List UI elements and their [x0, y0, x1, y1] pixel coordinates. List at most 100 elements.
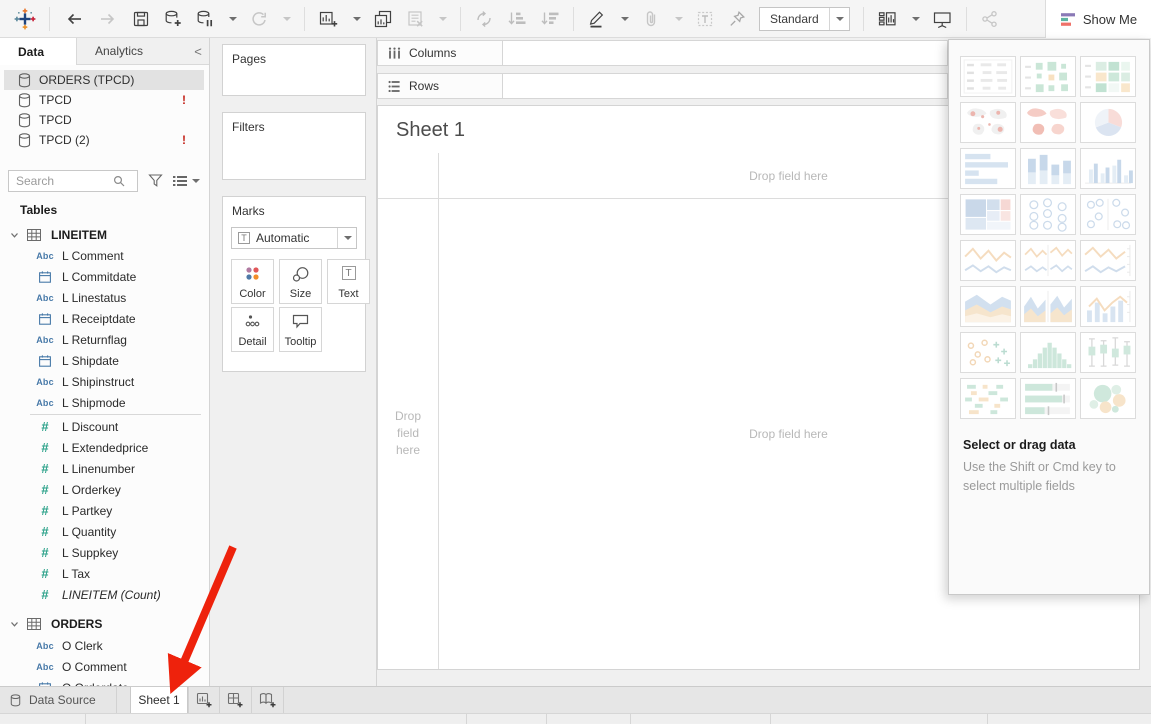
- field-row[interactable]: #L Suppkey: [0, 542, 209, 563]
- size-button[interactable]: Size: [279, 259, 322, 304]
- showme-thumb-symbol-map[interactable]: [960, 102, 1016, 143]
- showme-thumb-circle-views[interactable]: [1020, 194, 1076, 235]
- field-row[interactable]: L Shipdate: [0, 350, 209, 371]
- fit-selector[interactable]: Standard: [759, 7, 850, 31]
- sheet1-tab[interactable]: Sheet 1: [130, 687, 188, 713]
- tableau-logo-icon[interactable]: [8, 4, 42, 34]
- filters-card[interactable]: Filters: [222, 112, 366, 180]
- tooltip-button[interactable]: Tooltip: [279, 307, 322, 352]
- text-button[interactable]: T Text: [327, 259, 370, 304]
- search-field[interactable]: [8, 170, 138, 192]
- mark-type-caret[interactable]: [337, 228, 356, 248]
- pause-auto-updates-button[interactable]: [189, 4, 221, 34]
- color-button[interactable]: Color: [231, 259, 274, 304]
- field-row[interactable]: #L Orderkey: [0, 479, 209, 500]
- data-source-item[interactable]: TPCD !: [4, 90, 204, 110]
- tab-analytics[interactable]: Analytics: [77, 38, 187, 64]
- data-source-item[interactable]: ORDERS (TPCD): [4, 70, 204, 90]
- clear-sheet-caret[interactable]: [431, 4, 453, 34]
- showme-thumb-box-and-whisker[interactable]: [1080, 332, 1136, 373]
- show-mark-labels-button[interactable]: [689, 4, 721, 34]
- field-row[interactable]: #L Extendedprice: [0, 437, 209, 458]
- field-row[interactable]: #L Partkey: [0, 500, 209, 521]
- columns-shelf[interactable]: Columns: [377, 40, 948, 66]
- showme-thumb-gantt[interactable]: [960, 378, 1016, 419]
- field-row[interactable]: AbcO Comment: [0, 656, 209, 677]
- data-source-item[interactable]: TPCD: [4, 110, 204, 130]
- showme-thumb-filled-map[interactable]: [1020, 102, 1076, 143]
- fix-axes-pin-button[interactable]: [721, 4, 753, 34]
- showme-thumb-packed-bubbles[interactable]: [1080, 378, 1136, 419]
- field-row[interactable]: L Receiptdate: [0, 308, 209, 329]
- table-lineitem[interactable]: LINEITEM: [0, 225, 209, 245]
- field-row[interactable]: O Orderdate: [0, 677, 209, 686]
- field-row[interactable]: AbcL Returnflag: [0, 329, 209, 350]
- pause-auto-updates-caret[interactable]: [221, 4, 243, 34]
- collapse-pane-button[interactable]: <: [187, 38, 209, 64]
- field-row[interactable]: #L Tax: [0, 563, 209, 584]
- show-hide-cards-caret[interactable]: [904, 4, 926, 34]
- data-source-tab[interactable]: Data Source: [0, 687, 117, 713]
- showme-thumb-discrete-lines[interactable]: [1020, 240, 1076, 281]
- detail-button[interactable]: Detail: [231, 307, 274, 352]
- duplicate-sheet-button[interactable]: [367, 4, 399, 34]
- chevron-down-icon[interactable]: [10, 621, 19, 628]
- showme-thumb-highlight-table[interactable]: [1080, 56, 1136, 97]
- showme-thumb-bullet-graph[interactable]: [1020, 378, 1076, 419]
- search-input[interactable]: [9, 174, 113, 188]
- showme-thumb-side-by-side-bars[interactable]: [1080, 148, 1136, 189]
- fit-selector-caret[interactable]: [829, 8, 849, 30]
- showme-thumb-treemap[interactable]: [960, 194, 1016, 235]
- redo-button[interactable]: [91, 4, 125, 34]
- filter-fields-button[interactable]: [148, 174, 163, 187]
- showme-thumb-side-by-side-circles[interactable]: [1080, 194, 1136, 235]
- showme-thumb-histogram[interactable]: [1020, 332, 1076, 373]
- drop-zone-rows[interactable]: Drop field here: [378, 198, 438, 669]
- undo-button[interactable]: [57, 4, 91, 34]
- show-hide-cards-button[interactable]: [871, 4, 904, 34]
- showme-thumb-pie-chart[interactable]: [1080, 102, 1136, 143]
- showme-thumb-scatter-plot[interactable]: [960, 332, 1016, 373]
- showme-thumb-discrete-area[interactable]: [1020, 286, 1076, 327]
- data-source-item[interactable]: TPCD (2) !: [4, 130, 204, 150]
- new-worksheet-button[interactable]: [312, 4, 345, 34]
- field-row[interactable]: #LINEITEM (Count): [0, 584, 209, 605]
- showme-thumb-dual-lines[interactable]: [1080, 240, 1136, 281]
- group-members-button[interactable]: [635, 4, 667, 34]
- clear-sheet-button[interactable]: [399, 4, 431, 34]
- showme-thumb-heat-map[interactable]: [1020, 56, 1076, 97]
- new-worksheet-caret[interactable]: [345, 4, 367, 34]
- field-row[interactable]: #L Quantity: [0, 521, 209, 542]
- field-row[interactable]: #L Linenumber: [0, 458, 209, 479]
- field-row[interactable]: AbcL Comment: [0, 245, 209, 266]
- showme-thumb-dual-combination[interactable]: [1080, 286, 1136, 327]
- view-options-button[interactable]: [173, 175, 200, 187]
- rows-shelf[interactable]: Rows: [377, 73, 948, 99]
- field-row[interactable]: AbcL Shipmode: [0, 392, 209, 413]
- run-auto-updates-button[interactable]: [243, 4, 275, 34]
- new-dashboard-tab-button[interactable]: [220, 687, 252, 713]
- show-me-button[interactable]: Show Me: [1045, 0, 1151, 38]
- table-orders[interactable]: ORDERS: [0, 614, 209, 634]
- sort-descending-button[interactable]: [533, 4, 566, 34]
- new-data-source-button[interactable]: [157, 4, 189, 34]
- field-row[interactable]: AbcO Clerk: [0, 635, 209, 656]
- new-worksheet-tab-button[interactable]: [188, 687, 220, 713]
- field-row[interactable]: AbcL Shipinstruct: [0, 371, 209, 392]
- showme-thumb-continuous-lines[interactable]: [960, 240, 1016, 281]
- highlight-button[interactable]: [581, 4, 613, 34]
- sort-ascending-button[interactable]: [500, 4, 533, 34]
- showme-thumb-stacked-bars[interactable]: [1020, 148, 1076, 189]
- field-row[interactable]: #L Discount: [0, 416, 209, 437]
- showme-thumb-continuous-area[interactable]: [960, 286, 1016, 327]
- showme-thumb-text-table[interactable]: [960, 56, 1016, 97]
- share-workbook-button[interactable]: [974, 4, 1006, 34]
- showme-thumb-horizontal-bars[interactable]: [960, 148, 1016, 189]
- presentation-mode-button[interactable]: [926, 4, 959, 34]
- highlight-caret[interactable]: [613, 4, 635, 34]
- field-row[interactable]: AbcL Linestatus: [0, 287, 209, 308]
- save-button[interactable]: [125, 4, 157, 34]
- run-auto-updates-caret[interactable]: [275, 4, 297, 34]
- new-story-tab-button[interactable]: [252, 687, 284, 713]
- group-members-caret[interactable]: [667, 4, 689, 34]
